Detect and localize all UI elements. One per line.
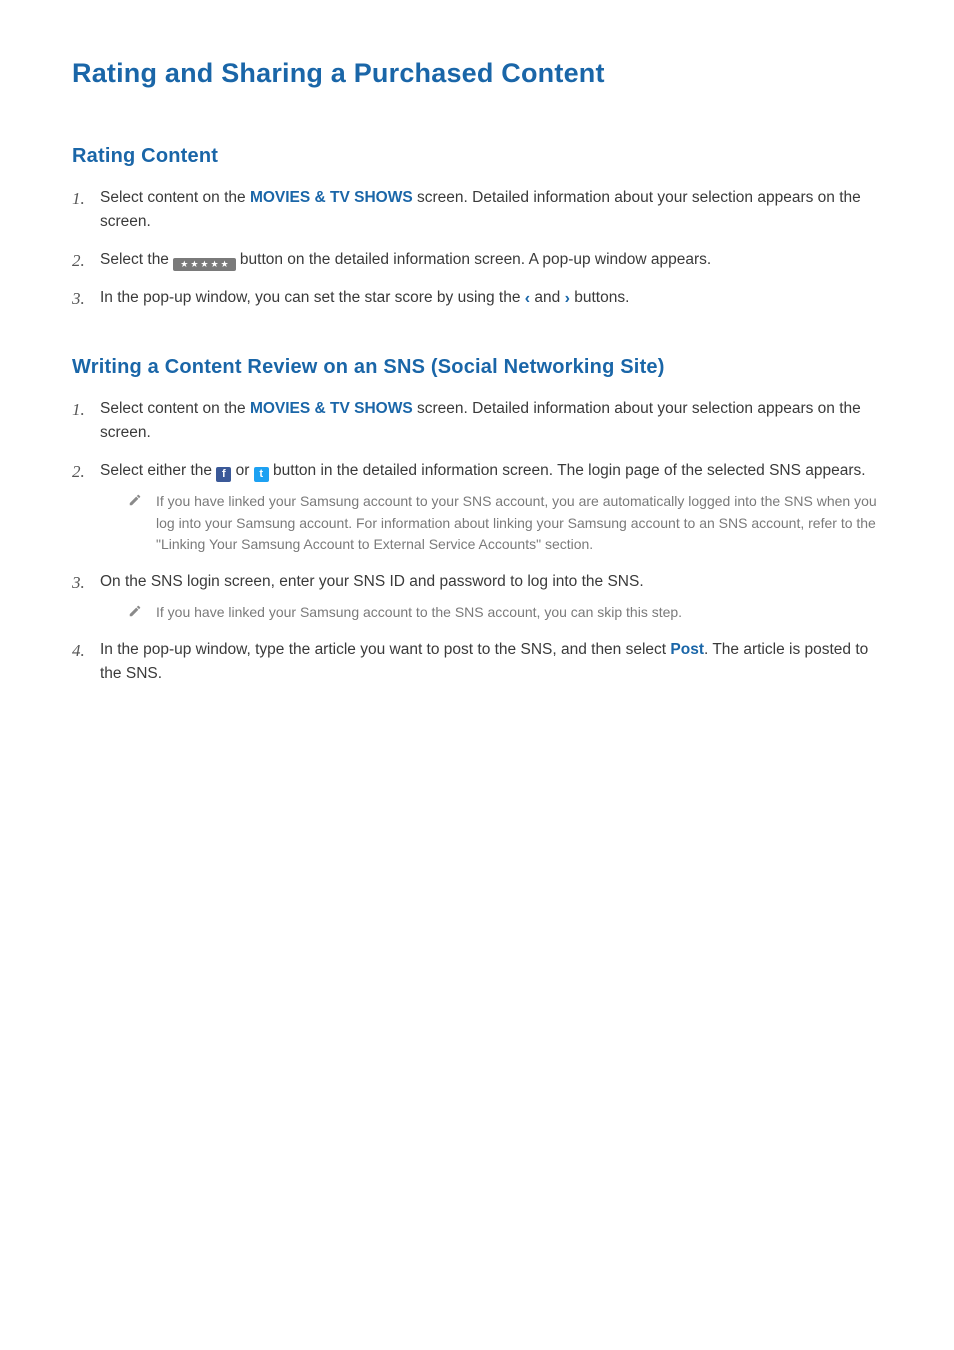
pencil-note-icon (128, 604, 142, 618)
document-page: Rating and Sharing a Purchased Content R… (0, 0, 954, 686)
section-heading: Rating Content (72, 145, 882, 168)
step-number: 3. (72, 286, 85, 312)
section-heading: Writing a Content Review on an SNS (Soci… (72, 356, 882, 379)
note: If you have linked your Samsung account … (100, 491, 882, 556)
step-text: button on the detailed information scree… (236, 251, 712, 268)
star-rating-button-icon: ★★★★★ (173, 258, 235, 271)
step-text: buttons. (570, 289, 629, 306)
step-number: 4. (72, 638, 85, 664)
step-text: In the pop-up window, you can set the st… (100, 289, 525, 306)
step-text: button in the detailed information scree… (269, 462, 866, 479)
step-number: 1. (72, 397, 85, 423)
list-item: 4. In the pop-up window, type the articl… (72, 638, 882, 686)
list-item: 3. On the SNS login screen, enter your S… (72, 570, 882, 624)
step-number: 2. (72, 459, 85, 485)
step-text: and (530, 289, 564, 306)
pencil-note-icon (128, 493, 142, 507)
step-number: 1. (72, 186, 85, 212)
step-text: On the SNS login screen, enter your SNS … (100, 573, 644, 590)
step-number: 3. (72, 570, 85, 596)
ordered-list: 1. Select content on the MOVIES & TV SHO… (72, 186, 882, 312)
list-item: 3. In the pop-up window, you can set the… (72, 286, 882, 312)
section-rating-content: Rating Content 1. Select content on the … (72, 145, 882, 312)
step-text: or (231, 462, 253, 479)
movies-link: MOVIES & TV SHOWS (250, 189, 413, 206)
page-title: Rating and Sharing a Purchased Content (72, 58, 882, 89)
note-text: If you have linked your Samsung account … (156, 604, 682, 620)
twitter-icon: t (254, 467, 269, 482)
list-item: 1. Select content on the MOVIES & TV SHO… (72, 186, 882, 234)
list-item: 2. Select either the f or t button in th… (72, 459, 882, 556)
list-item: 1. Select content on the MOVIES & TV SHO… (72, 397, 882, 445)
list-item: 2. Select the ★★★★★ button on the detail… (72, 248, 882, 272)
note: If you have linked your Samsung account … (100, 602, 882, 624)
step-text: Select either the (100, 462, 216, 479)
step-text: Select the (100, 251, 173, 268)
step-text: In the pop-up window, type the article y… (100, 641, 670, 658)
facebook-icon: f (216, 467, 231, 482)
note-text: If you have linked your Samsung account … (156, 493, 877, 552)
post-action: Post (670, 641, 704, 658)
step-text: Select content on the (100, 189, 250, 206)
movies-link: MOVIES & TV SHOWS (250, 400, 413, 417)
section-writing-review: Writing a Content Review on an SNS (Soci… (72, 356, 882, 686)
step-number: 2. (72, 248, 85, 274)
step-text: Select content on the (100, 400, 250, 417)
ordered-list: 1. Select content on the MOVIES & TV SHO… (72, 397, 882, 686)
